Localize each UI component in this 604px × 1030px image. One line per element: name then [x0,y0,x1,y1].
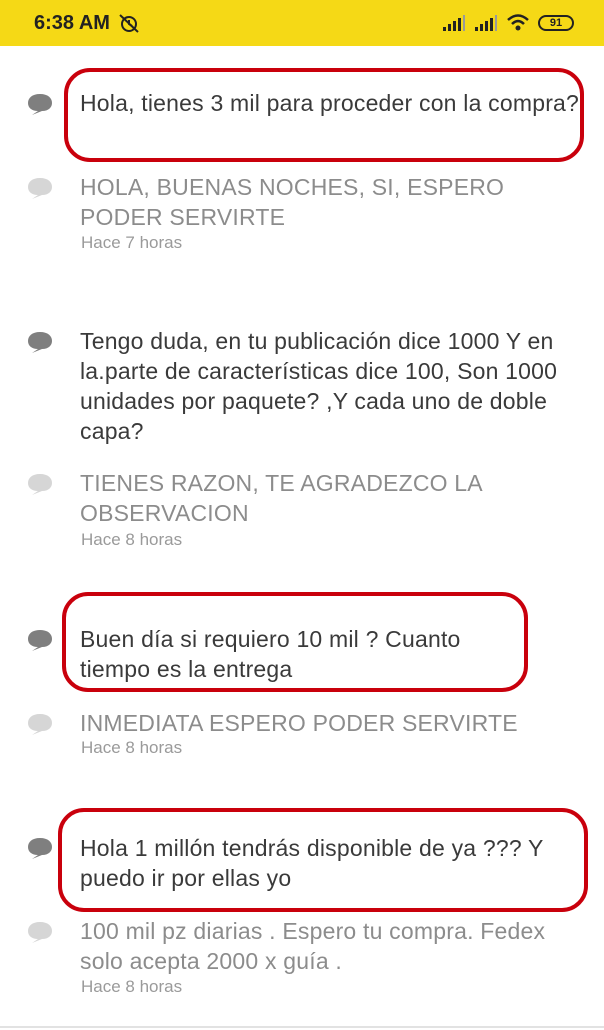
question-text: Hola, tienes 3 mil para proceder con la … [80,90,580,116]
question-bubble-icon [28,630,52,651]
question-text: Tengo duda, en tu publicación dice 1000 … [80,328,558,444]
battery-level: 91 [549,17,563,29]
question-bubble-icon [28,838,52,859]
answer-time: Hace 7 horas [81,233,183,252]
alarm-off-icon [119,14,139,33]
status-right: 91 [442,13,574,33]
answer-text: INMEDIATA ESPERO PODER SERVIRTE [80,710,518,736]
answer-time: Hace 8 horas [81,738,183,757]
question-text: Buen día si requiero 10 mil ? Cuanto tie… [80,626,461,682]
answer-text: HOLA, BUENAS NOCHES, SI, ESPERO PODER SE… [80,174,505,230]
status-left: 6:38 AM [34,12,140,35]
question-card: Tengo duda, en tu publicación dice 1000 … [0,284,604,582]
answer-bubble-icon [28,178,52,199]
answer-time: Hace 8 horas [81,977,183,996]
wifi-icon [507,14,529,31]
answer-text: 100 mil pz diarias . Espero tu compra. F… [80,918,546,974]
question-text: Hola 1 millón tendrás disponible de ya ?… [80,835,544,891]
answer-bubble-icon [28,714,52,735]
signal-icon [475,15,497,31]
answer-time: Hace 8 horas [81,530,183,549]
status-bar: 6:38 AM 91 [0,0,604,46]
question-bubble-icon [28,94,52,115]
question-card: Hola 1 millón tendrás disponible de ya ?… [0,788,604,1028]
question-card: Buen día si requiero 10 mil ? Cuanto tie… [0,580,604,790]
battery-icon: 91 [538,15,574,31]
status-time: 6:38 AM [34,11,110,34]
answer-text: TIENES RAZON, TE AGRADEZCO LA OBSERVACIO… [80,470,482,526]
question-bubble-icon [28,332,52,353]
answer-bubble-icon [28,922,52,943]
question-card: Hola, tienes 3 mil para proceder con la … [0,46,604,286]
answer-bubble-icon [28,474,52,495]
signal-icon [443,15,465,31]
